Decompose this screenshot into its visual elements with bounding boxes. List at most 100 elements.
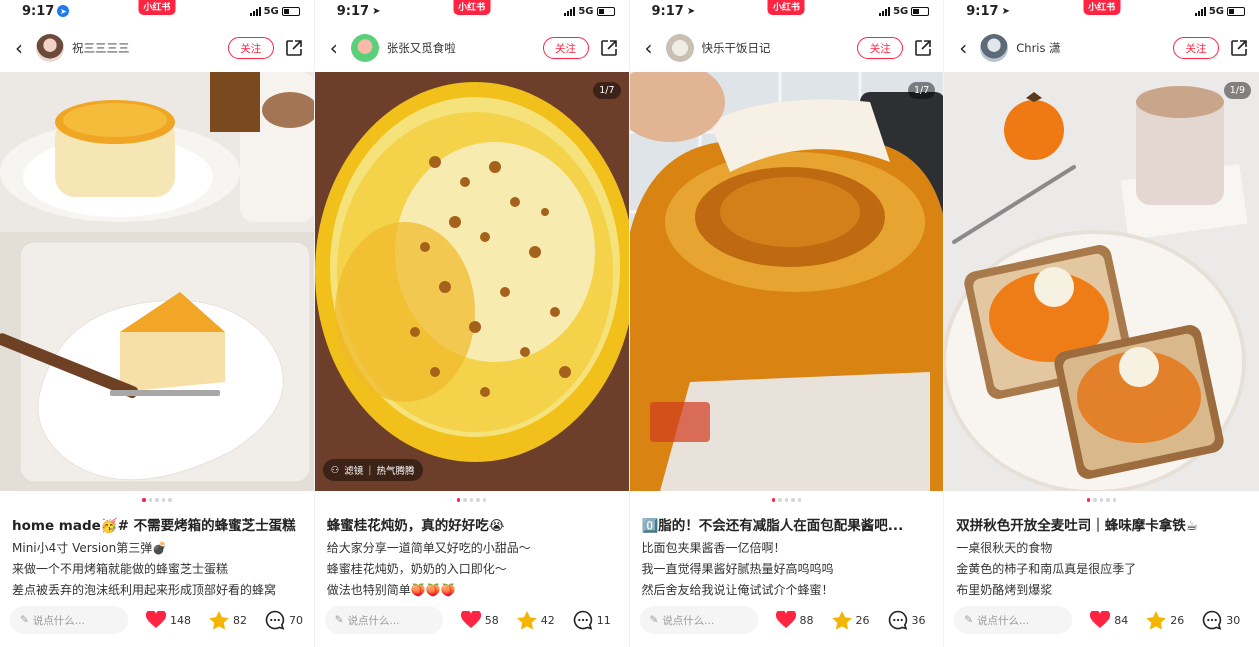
post-photo[interactable]: 1/9 (944, 72, 1259, 491)
like-button[interactable]: 58 (460, 611, 499, 629)
phone-screen-3: 9:17 ➤ 小红书 5G ‹ 快乐干饭日记 关注 1/7 0️⃣脂的！不会还有… (629, 0, 945, 647)
like-button[interactable]: 148 (146, 611, 191, 629)
status-right: 5G (879, 5, 930, 17)
post-header: ‹ Chris 潇 关注 (944, 28, 1259, 68)
post-title: home made🥳# 不需要烤箱的蜂蜜芝士蛋糕 (12, 518, 296, 534)
collect-button[interactable]: 26 (831, 610, 870, 630)
back-arrow-icon[interactable]: ‹ (325, 36, 343, 60)
like-count: 88 (799, 613, 814, 627)
body-line: 差点被丢弃的泡沫纸利用起来形成顶部好看的蜂窝 (12, 583, 277, 597)
avatar[interactable] (36, 34, 64, 62)
comment-button[interactable]: 11 (573, 610, 611, 630)
author-name[interactable]: 快乐干饭日记 (702, 40, 858, 56)
image-counter: 1/7 (907, 82, 936, 99)
collect-button[interactable]: 26 (1146, 610, 1184, 630)
star-icon (1146, 610, 1167, 630)
follow-button[interactable]: 关注 (542, 37, 589, 59)
status-time: 9:17 ➤ (22, 4, 70, 19)
pencil-icon: ✎ (20, 614, 29, 626)
back-arrow-icon[interactable]: ‹ (954, 36, 972, 60)
like-button[interactable]: 88 (775, 611, 814, 629)
signal-icon (564, 6, 576, 16)
comment-input[interactable]: ✎ 说点什么... (324, 606, 443, 634)
comment-input[interactable]: ✎ 说点什么... (954, 606, 1073, 634)
signal-icon (879, 6, 891, 16)
filter-tag: 滤镜 (344, 466, 364, 477)
comment-input[interactable]: ✎ 说点什么... (639, 606, 758, 634)
filter-badge[interactable]: ⚇ 滤镜 | 热气腾腾 (322, 459, 423, 481)
comment-count: 30 (1226, 613, 1241, 627)
comment-count: 11 (596, 613, 611, 627)
comment-input[interactable]: ✎ 说点什么... (10, 606, 128, 634)
comment-button[interactable]: 36 (888, 610, 926, 630)
battery-icon (1227, 6, 1245, 16)
network-label: 5G (578, 5, 594, 17)
body-line: 我一直觉得果酱好腻热量好高呜呜呜 (641, 562, 834, 576)
post-photo[interactable] (0, 72, 314, 491)
back-arrow-icon[interactable]: ‹ (10, 36, 28, 60)
status-right: 5G (564, 5, 615, 17)
comment-placeholder: 说点什么... (662, 614, 715, 627)
app-brand-badge: 小红书 (1083, 0, 1121, 15)
battery-icon (911, 6, 930, 16)
battery-icon (281, 6, 300, 16)
follow-button[interactable]: 关注 (227, 37, 274, 59)
comment-button[interactable]: 70 (265, 610, 303, 630)
back-arrow-icon[interactable]: ‹ (640, 36, 658, 60)
follow-button[interactable]: 关注 (857, 37, 904, 59)
post-title: 0️⃣脂的！不会还有减脂人在面包配果酱吧... (641, 518, 904, 534)
share-icon[interactable] (284, 38, 304, 58)
interaction-bar: ✎ 说点什么... 84 26 30 (944, 602, 1259, 638)
location-arrow-icon: ➤ (1001, 5, 1010, 17)
location-arrow-icon: ➤ (57, 5, 70, 17)
share-icon[interactable] (913, 38, 933, 58)
post-header: ‹ 快乐干饭日记 关注 (630, 28, 944, 68)
body-line: 做法也特别简单🍑🍑🍑 (326, 583, 456, 597)
body-line: 金黄色的柿子和南瓜真是很应季了 (956, 562, 1137, 576)
follow-button[interactable]: 关注 (1173, 37, 1219, 59)
body-line: Mini小4寸 Version第三弹💣 (12, 541, 168, 555)
avatar[interactable] (350, 34, 379, 62)
heart-icon (1090, 611, 1111, 628)
author-name[interactable]: Chris 潇 (1016, 40, 1173, 56)
post-header: ‹ 祝三三三三 关注 (0, 28, 314, 68)
share-icon[interactable] (599, 38, 619, 58)
comment-count: 70 (289, 613, 303, 627)
avatar[interactable] (980, 34, 1009, 62)
collect-button[interactable]: 42 (516, 610, 555, 630)
body-line: 一桌很秋天的食物 (956, 541, 1053, 555)
image-counter: 1/7 (593, 82, 621, 99)
comment-placeholder: 说点什么... (32, 614, 85, 627)
network-label: 5G (263, 5, 279, 17)
app-brand-badge: 小红书 (138, 0, 176, 15)
comment-icon (1203, 610, 1222, 630)
filter-icon: ⚇ (330, 464, 340, 476)
post-strip: 9:17 ➤ 小红书 5G ‹ 祝三三三三 关注 home made🥳# 不需要… (0, 0, 1259, 647)
filter-divider: | (368, 464, 372, 476)
post-photo[interactable]: 1/7 ⚇ 滤镜 | 热气腾腾 (314, 72, 629, 491)
collect-count: 26 (855, 613, 870, 627)
comment-button[interactable]: 30 (1202, 610, 1240, 630)
author-name[interactable]: 张张又觅食啦 (387, 40, 543, 56)
author-name[interactable]: 祝三三三三 (72, 40, 228, 56)
collect-count: 42 (540, 613, 555, 627)
status-bar: 9:17 ➤ 小红书 5G (0, 0, 314, 22)
post-title: 蜂蜜桂花炖奶，真的好好吃😭 (326, 518, 505, 534)
share-icon[interactable] (1229, 38, 1249, 58)
image-counter: 1/9 (1223, 82, 1251, 99)
like-button[interactable]: 84 (1090, 611, 1128, 629)
status-right: 5G (1194, 6, 1245, 17)
pencil-icon: ✎ (649, 614, 659, 626)
phone-screen-4: 9:17 ➤ 小红书 5G ‹ Chris 潇 关注 1/9 双拼秋色开放全麦吐… (944, 0, 1259, 647)
post-title: 双拼秋色开放全麦吐司｜蜂味摩卡拿铁☕ (956, 518, 1198, 534)
avatar[interactable] (665, 34, 694, 62)
location-arrow-icon: ➤ (686, 5, 696, 17)
carousel-dots (315, 498, 629, 502)
status-right: 5G (249, 5, 300, 17)
body-line: 给大家分享一道简单又好吃的小甜品～ (326, 541, 531, 555)
collect-button[interactable]: 82 (209, 610, 247, 630)
post-photo[interactable]: 1/7 (629, 72, 944, 491)
app-brand-badge: 小红书 (453, 0, 491, 15)
comment-placeholder: 说点什么... (347, 614, 400, 627)
network-label: 5G (893, 5, 909, 17)
